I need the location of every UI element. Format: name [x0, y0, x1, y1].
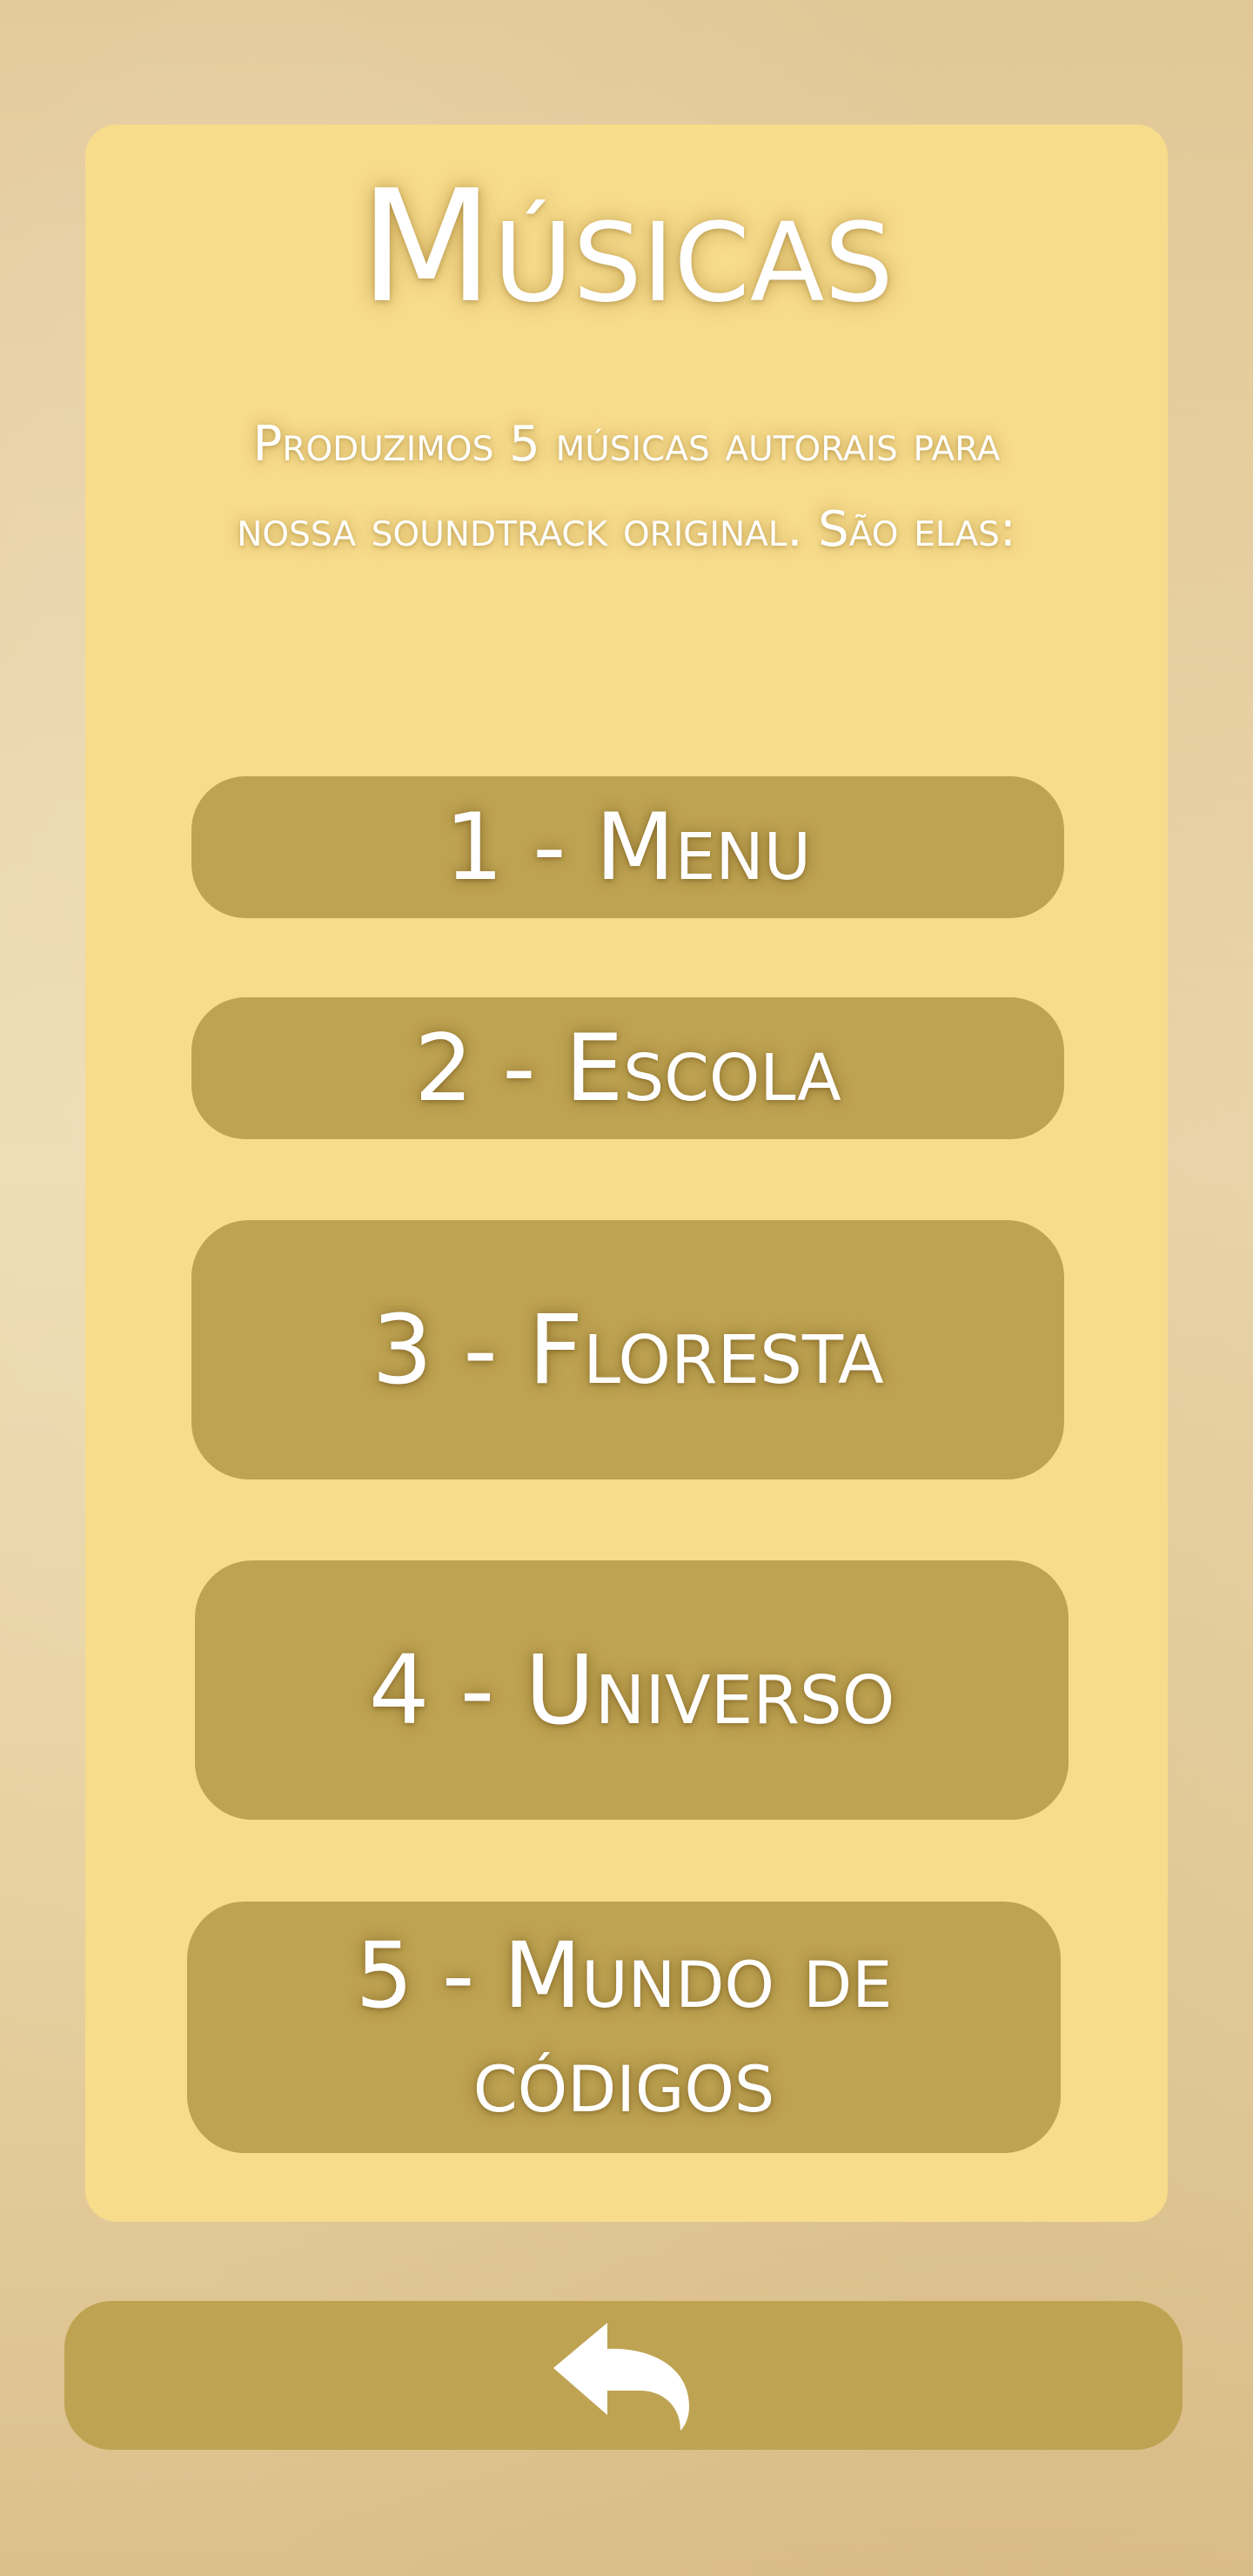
track-button-universo[interactable]: 4 - Universo — [195, 1560, 1069, 1820]
back-arrow-icon — [553, 2322, 689, 2431]
track-button-floresta[interactable]: 3 - Floresta — [191, 1220, 1064, 1479]
track-label: 1 - Menu — [445, 794, 811, 901]
back-button[interactable] — [64, 2301, 1183, 2450]
track-label: 5 - Mundo de códigos — [355, 1922, 893, 2133]
track-label: 4 - Universo — [368, 1634, 895, 1746]
track-button-escola[interactable]: 2 - Escola — [191, 997, 1064, 1139]
page-title: Músicas — [359, 157, 894, 337]
track-label: 3 - Floresta — [372, 1294, 884, 1405]
track-button-menu[interactable]: 1 - Menu — [191, 776, 1064, 918]
track-button-mundo-de-codigos[interactable]: 5 - Mundo de códigos — [187, 1902, 1061, 2153]
page-subtitle: Produzimos 5 músicas autorais para nossa… — [237, 416, 1016, 558]
track-label: 2 - Escola — [414, 1015, 841, 1122]
